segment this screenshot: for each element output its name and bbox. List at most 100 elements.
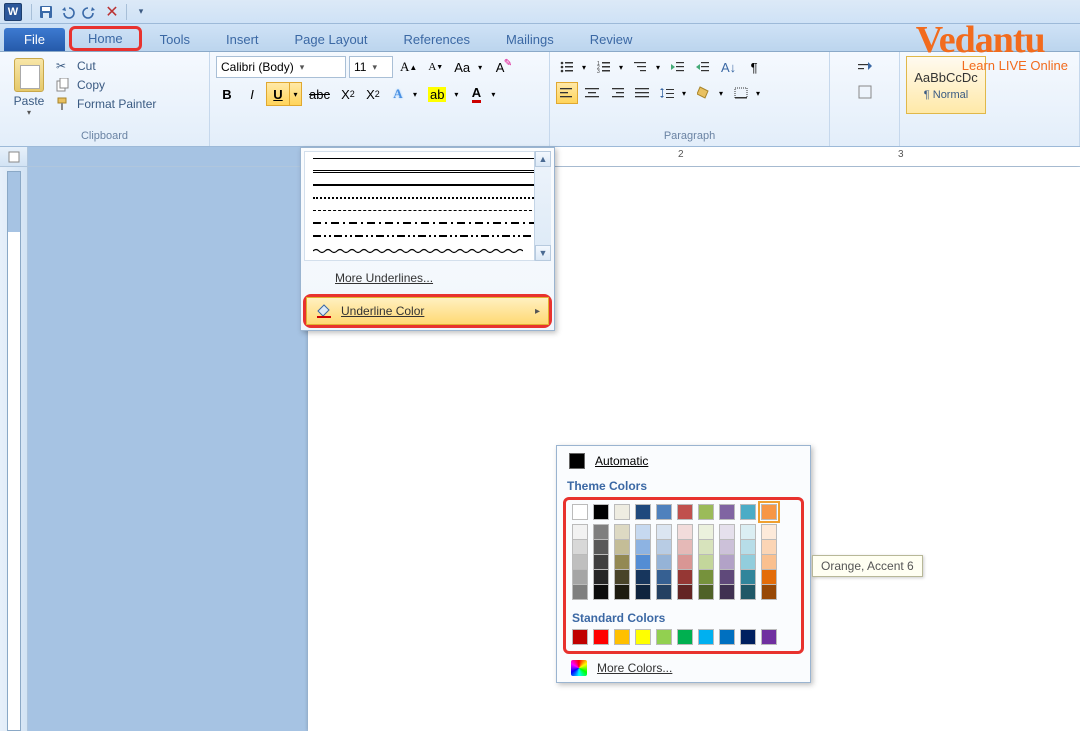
color-swatch[interactable] (656, 524, 672, 540)
qat-customize-icon[interactable]: ▾ (132, 3, 150, 21)
color-swatch[interactable] (572, 569, 588, 585)
color-swatch[interactable] (572, 539, 588, 555)
tab-mailings[interactable]: Mailings (488, 28, 572, 51)
align-right-button[interactable] (606, 82, 628, 104)
font-name-dropdown[interactable]: Calibri (Body)▾ (216, 56, 346, 78)
color-swatch[interactable] (572, 629, 588, 645)
underline-style-dotdotdash[interactable] (313, 235, 542, 237)
color-swatch[interactable] (593, 569, 609, 585)
color-swatch[interactable] (698, 554, 714, 570)
color-swatch[interactable] (698, 584, 714, 600)
grow-font-button[interactable]: A▲ (396, 56, 421, 78)
color-swatch[interactable] (635, 554, 651, 570)
color-swatch[interactable] (635, 629, 651, 645)
color-swatch[interactable] (761, 569, 777, 585)
color-swatch[interactable] (719, 569, 735, 585)
numbering-button[interactable]: 123 (593, 56, 615, 78)
underline-arrow[interactable]: ▾ (289, 83, 301, 105)
underline-style-single[interactable] (313, 158, 542, 159)
color-swatch[interactable] (593, 584, 609, 600)
multilevel-button[interactable] (630, 56, 652, 78)
color-swatch[interactable] (593, 554, 609, 570)
color-swatch[interactable] (656, 504, 672, 520)
scrollbar[interactable]: ▲ ▼ (534, 151, 551, 261)
close-doc-icon[interactable]: ✕ (103, 3, 121, 21)
replace-button[interactable] (836, 82, 893, 102)
color-swatch[interactable] (614, 539, 630, 555)
bold-button[interactable]: B (216, 83, 238, 105)
color-swatch[interactable] (656, 554, 672, 570)
change-case-button[interactable]: Aa (450, 56, 474, 78)
line-spacing-button[interactable] (656, 82, 678, 104)
color-swatch[interactable] (698, 629, 714, 645)
color-swatch[interactable] (761, 584, 777, 600)
underline-style-double[interactable] (313, 170, 542, 173)
color-swatch[interactable] (698, 524, 714, 540)
underline-button[interactable]: U (267, 83, 289, 105)
color-swatch[interactable] (719, 539, 735, 555)
more-colors-item[interactable]: More Colors... (557, 654, 810, 678)
scroll-down-icon[interactable]: ▼ (535, 245, 551, 261)
color-swatch[interactable] (572, 584, 588, 600)
color-swatch[interactable] (656, 584, 672, 600)
cut-button[interactable]: ✂Cut (52, 58, 160, 74)
color-swatch[interactable] (740, 504, 756, 520)
color-swatch[interactable] (635, 539, 651, 555)
ruler-corner[interactable] (0, 147, 28, 166)
color-swatch[interactable] (677, 629, 693, 645)
bullets-button[interactable] (556, 56, 578, 78)
color-swatch[interactable] (593, 524, 609, 540)
color-swatch[interactable] (719, 554, 735, 570)
color-swatch[interactable] (614, 554, 630, 570)
underline-style-wave[interactable] (313, 248, 523, 254)
font-size-dropdown[interactable]: 11▾ (349, 56, 393, 78)
color-swatch[interactable] (677, 539, 693, 555)
color-swatch[interactable] (635, 504, 651, 520)
save-icon[interactable] (37, 3, 55, 21)
tab-page-layout[interactable]: Page Layout (277, 28, 386, 51)
color-swatch[interactable] (698, 504, 714, 520)
color-swatch[interactable] (593, 504, 609, 520)
underline-style-dashed[interactable] (313, 210, 542, 211)
color-swatch[interactable] (719, 504, 735, 520)
superscript-button[interactable]: X2 (362, 83, 384, 105)
color-swatch[interactable] (656, 569, 672, 585)
color-swatch[interactable] (719, 524, 735, 540)
borders-button[interactable] (730, 82, 752, 104)
color-swatch[interactable] (740, 554, 756, 570)
text-effects-button[interactable]: A (387, 83, 409, 105)
color-swatch[interactable] (572, 554, 588, 570)
color-swatch[interactable] (761, 539, 777, 555)
underline-color-item[interactable]: Underline Color ▸ (306, 297, 549, 325)
tab-insert[interactable]: Insert (208, 28, 277, 51)
font-color-button[interactable]: A (465, 83, 487, 105)
highlight-button[interactable]: ab (424, 83, 450, 105)
shrink-font-button[interactable]: A▼ (424, 56, 447, 78)
color-swatch[interactable] (719, 584, 735, 600)
clear-formatting-button[interactable]: A✎ (489, 56, 511, 78)
tab-tools[interactable]: Tools (142, 28, 208, 51)
color-swatch[interactable] (677, 584, 693, 600)
underline-style-dotted[interactable] (313, 197, 542, 199)
color-swatch[interactable] (761, 504, 777, 520)
italic-button[interactable]: I (241, 83, 263, 105)
color-swatch[interactable] (677, 569, 693, 585)
color-swatch[interactable] (740, 569, 756, 585)
color-swatch[interactable] (572, 504, 588, 520)
find-button[interactable] (836, 58, 893, 78)
copy-button[interactable]: Copy (52, 77, 160, 93)
color-swatch[interactable] (677, 554, 693, 570)
align-center-button[interactable] (581, 82, 603, 104)
color-swatch[interactable] (656, 539, 672, 555)
undo-icon[interactable] (59, 3, 77, 21)
color-swatch[interactable] (614, 524, 630, 540)
underline-style-thick[interactable] (313, 184, 542, 186)
tab-review[interactable]: Review (572, 28, 651, 51)
strikethrough-button[interactable]: abc (305, 83, 334, 105)
format-painter-button[interactable]: Format Painter (52, 96, 160, 112)
align-left-button[interactable] (556, 82, 578, 104)
color-swatch[interactable] (593, 539, 609, 555)
tab-file[interactable]: File (4, 28, 65, 51)
color-swatch[interactable] (593, 629, 609, 645)
color-swatch[interactable] (635, 584, 651, 600)
